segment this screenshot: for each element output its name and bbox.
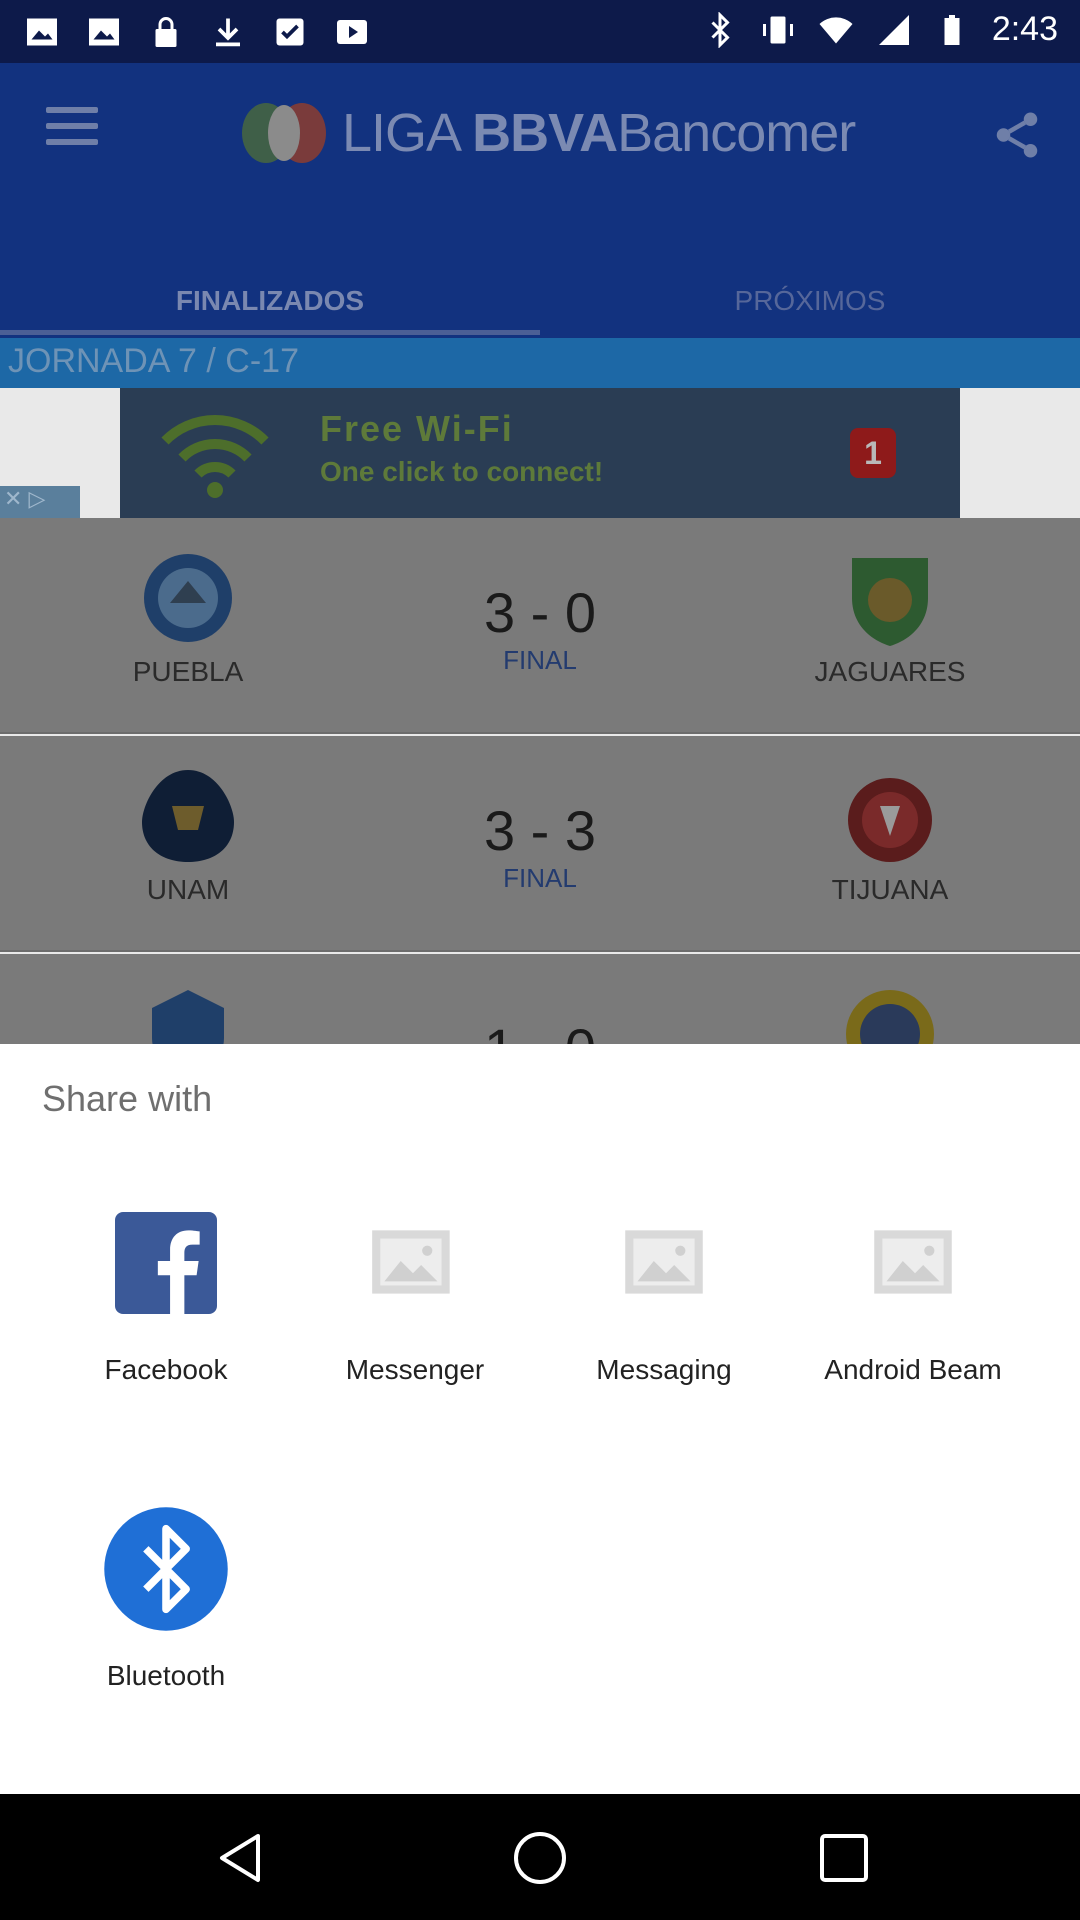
wifi-icon: [161, 414, 269, 498]
facebook-icon: [115, 1212, 217, 1314]
ad-choices-close-icon[interactable]: ✕ ▷: [0, 486, 80, 518]
vibrate-icon: [762, 16, 793, 43]
logo-text: LIGA BBVABancomer: [342, 103, 856, 163]
video-icon: [337, 20, 367, 44]
clock: 2:43: [991, 10, 1058, 48]
share-target-bluetooth[interactable]: Bluetooth: [41, 1507, 291, 1692]
share-target-facebook[interactable]: Facebook: [41, 1212, 291, 1386]
liga-logo: LIGA BBVABancomer: [236, 98, 856, 168]
recents-icon[interactable]: [814, 1828, 874, 1888]
match-row[interactable]: UNAM 3 - 3 FINAL TIJUANA: [0, 736, 1080, 952]
ad-headline: Free Wi-Fi: [320, 408, 514, 449]
away-team: TIJUANA: [790, 766, 990, 906]
share-target-messaging[interactable]: Messaging: [539, 1212, 789, 1386]
unam-crest-icon: [142, 770, 234, 862]
bluetooth-icon: [104, 1507, 228, 1631]
match-score: 3 - 3 FINAL: [483, 799, 597, 893]
signal-icon: [878, 14, 909, 45]
match-row[interactable]: PUEBLA 3 - 0 FINAL JAGUARES: [0, 518, 1080, 734]
home-icon[interactable]: [510, 1828, 570, 1888]
navigation-bar: [0, 1794, 1080, 1920]
share-icon[interactable]: [990, 107, 1044, 163]
tijuana-crest-icon: [848, 778, 932, 862]
ad-banner[interactable]: Free Wi-Fi One click to connect! 1: [120, 388, 960, 518]
share-sheet-title: Share with: [42, 1078, 213, 1119]
lock-icon: [155, 17, 177, 47]
share-sheet: Share with Facebook Messenger Messaging: [0, 1044, 1080, 1794]
battery-icon: [944, 14, 960, 45]
image-placeholder-icon: [372, 1230, 450, 1294]
ad-subline: One click to connect!: [320, 456, 604, 487]
hamburger-menu-icon[interactable]: [46, 107, 98, 151]
image-icon: [89, 18, 119, 46]
app-header: LIGA BBVABancomer FINALIZADOS PRÓXIMOS: [0, 63, 1080, 338]
home-team: PUEBLA: [88, 548, 288, 688]
jornada-header: JORNADA 7 / C-17: [0, 338, 1080, 388]
download-icon: [216, 18, 240, 47]
tab-finalizados[interactable]: FINALIZADOS: [0, 273, 540, 338]
away-team: JAGUARES: [790, 548, 990, 688]
check-box-icon: [276, 18, 304, 46]
wifi-icon: [819, 16, 853, 43]
puebla-crest-icon: [144, 554, 232, 642]
bluetooth-icon: [711, 11, 730, 48]
status-bar: 2:43: [0, 0, 1080, 63]
notification-icons: [24, 14, 370, 50]
image-placeholder-icon: [874, 1230, 952, 1294]
image-placeholder-icon: [625, 1230, 703, 1294]
ad-badge: 1: [850, 428, 896, 478]
back-icon[interactable]: [210, 1828, 270, 1888]
tab-bar: FINALIZADOS PRÓXIMOS: [0, 273, 1080, 338]
system-icons: 2:43: [702, 10, 1058, 49]
tab-proximos[interactable]: PRÓXIMOS: [540, 273, 1080, 338]
home-team: UNAM: [88, 766, 288, 906]
liga-logo-mark-icon: [242, 103, 326, 163]
share-target-messenger[interactable]: Messenger: [290, 1212, 540, 1386]
active-tab-indicator: [0, 330, 540, 335]
match-score: 3 - 0 FINAL: [483, 581, 597, 675]
share-target-android-beam[interactable]: Android Beam: [788, 1212, 1038, 1386]
jaguares-crest-icon: [852, 558, 928, 646]
image-icon: [27, 18, 57, 46]
